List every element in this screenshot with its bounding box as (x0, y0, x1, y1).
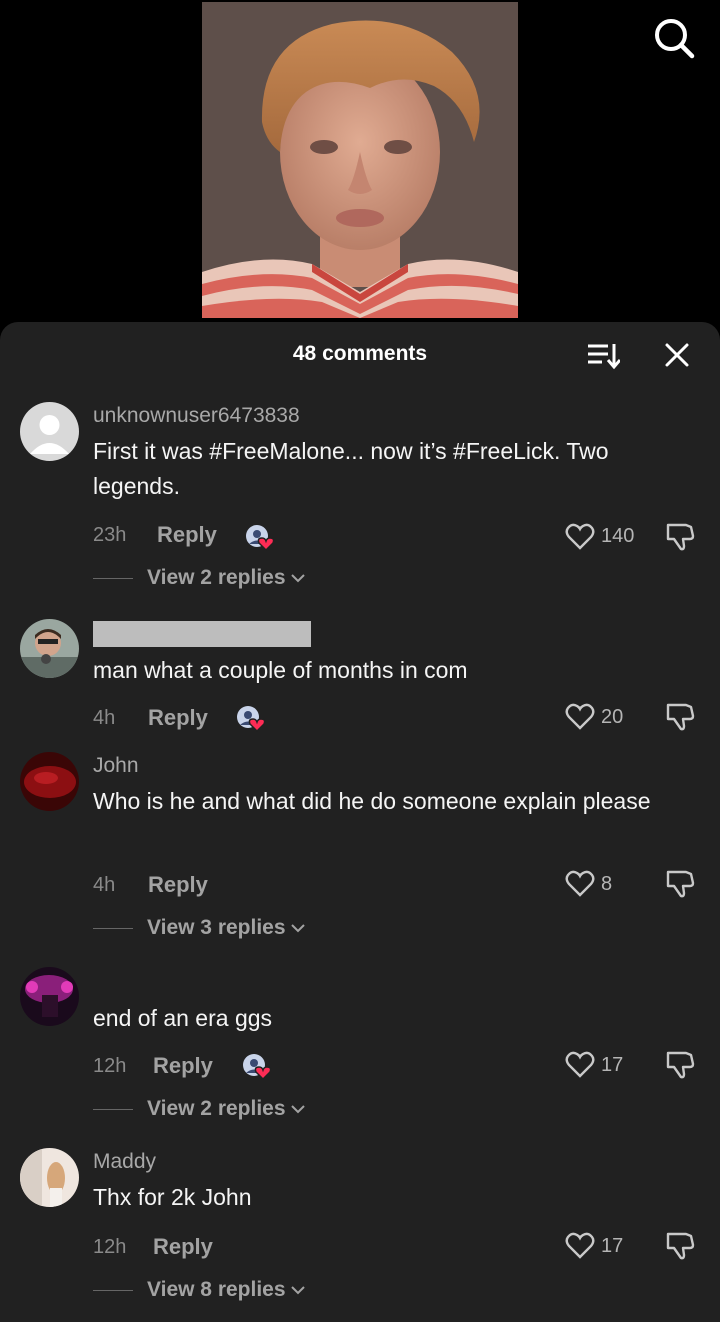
close-button[interactable] (662, 340, 692, 370)
view-replies-button[interactable]: View 2 replies (93, 565, 306, 591)
reply-button[interactable]: Reply (153, 1234, 213, 1260)
avatar[interactable] (20, 402, 79, 461)
dislike-button[interactable] (664, 868, 696, 900)
thumbs-down-icon (666, 1051, 695, 1079)
comment-text: Who is he and what did he do someone exp… (93, 788, 651, 814)
heart-icon (565, 1051, 595, 1078)
comment-text: Thx for 2k John (93, 1184, 252, 1210)
view-replies-label: View 3 replies (147, 916, 286, 939)
reply-button[interactable]: Reply (153, 1053, 213, 1079)
divider (93, 1289, 133, 1291)
dislike-button[interactable] (664, 521, 696, 553)
sort-icon (588, 344, 622, 370)
comment-text: man what a couple of months in com (93, 657, 468, 683)
sort-button[interactable] (586, 342, 622, 370)
divider (93, 577, 133, 579)
comment-text: end of an era ggs (93, 1005, 273, 1031)
user-photo-icon (20, 752, 79, 811)
comment-time: 4h (93, 707, 116, 729)
comment-username[interactable]: Maddy (93, 1150, 156, 1174)
heart-icon (565, 703, 595, 730)
comments-header: 48 comments (0, 322, 720, 386)
chevron-down-icon (290, 1286, 305, 1295)
thumbs-down-icon (666, 870, 695, 898)
creator-liked-badge (244, 523, 276, 553)
like-count: 8 (601, 873, 613, 895)
chevron-down-icon (290, 1105, 305, 1114)
dislike-button[interactable] (664, 1230, 696, 1262)
comment-time: 12h (93, 1055, 127, 1077)
reply-button[interactable]: Reply (157, 522, 217, 548)
default-avatar-icon (20, 402, 79, 461)
like-button[interactable] (565, 870, 595, 898)
creator-liked-icon (237, 706, 266, 733)
video-area (0, 0, 720, 330)
user-photo-icon (20, 967, 79, 1026)
dislike-button[interactable] (664, 701, 696, 733)
redacted-username (93, 621, 311, 647)
creator-liked-icon (243, 1054, 272, 1081)
like-button[interactable] (565, 523, 595, 551)
thumbs-down-icon (666, 523, 695, 551)
user-photo-icon (20, 619, 79, 678)
like-count: 140 (601, 525, 635, 547)
comment-time: 12h (93, 1236, 127, 1258)
like-button[interactable] (565, 1232, 595, 1260)
comment-username[interactable]: John (93, 754, 139, 778)
reply-button[interactable]: Reply (148, 705, 208, 731)
divider (93, 927, 133, 929)
chevron-down-icon (290, 924, 305, 933)
like-button[interactable] (565, 703, 595, 731)
user-photo-icon (20, 1148, 79, 1207)
like-button[interactable] (565, 1051, 595, 1079)
view-replies-button[interactable]: View 3 replies (93, 915, 306, 941)
thumbs-down-icon (666, 703, 695, 731)
view-replies-label: View 8 replies (147, 1278, 286, 1301)
comments-sheet: 48 comments unknownuser6473838 First it … (0, 322, 720, 1322)
view-replies-button[interactable]: View 8 replies (93, 1277, 306, 1303)
dislike-button[interactable] (664, 1049, 696, 1081)
heart-icon (565, 523, 595, 550)
view-replies-label: View 2 replies (147, 1097, 286, 1120)
comment-time: 23h (93, 524, 127, 546)
comment-text: First it was #FreeMalone... now it’s #Fr… (93, 438, 609, 499)
video-thumbnail[interactable] (202, 2, 518, 318)
heart-icon (565, 1232, 595, 1259)
avatar[interactable] (20, 752, 79, 811)
heart-icon (565, 870, 595, 897)
view-replies-label: View 2 replies (147, 566, 286, 589)
comment-time: 4h (93, 874, 116, 896)
avatar[interactable] (20, 1148, 79, 1207)
like-count: 17 (601, 1235, 624, 1257)
reply-button[interactable]: Reply (148, 872, 208, 898)
search-button[interactable] (652, 16, 696, 60)
comment-username[interactable]: unknownuser6473838 (93, 404, 300, 428)
close-icon (665, 343, 689, 367)
chevron-down-icon (290, 574, 305, 583)
avatar[interactable] (20, 967, 79, 1026)
portrait-image (202, 2, 518, 318)
thumbs-down-icon (666, 1232, 695, 1260)
divider (93, 1108, 133, 1110)
avatar[interactable] (20, 619, 79, 678)
creator-liked-badge (241, 1052, 273, 1082)
search-icon (655, 19, 695, 59)
like-count: 17 (601, 1054, 624, 1076)
creator-liked-icon (246, 525, 275, 552)
view-replies-button[interactable]: View 2 replies (93, 1096, 306, 1122)
creator-liked-badge (235, 704, 267, 734)
like-count: 20 (601, 706, 624, 728)
